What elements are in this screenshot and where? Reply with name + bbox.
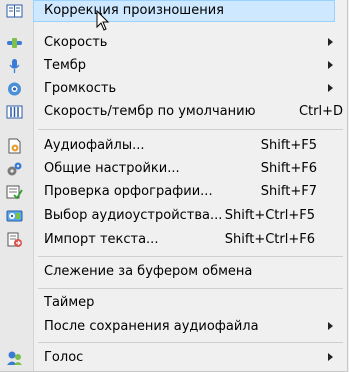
audio-device-icon — [6, 210, 23, 222]
menu-item-voice[interactable]: Голос — [0, 347, 347, 369]
menu-item-label: Громкость — [44, 81, 117, 96]
menu-item-pronunciation-correction[interactable]: Коррекция произношения — [0, 0, 347, 22]
menu-item-volume[interactable]: Громкость — [0, 78, 347, 100]
menu-item-audio-files[interactable]: Аудиофайлы... Shift+F5 — [0, 135, 347, 157]
menu-item-label: Аудиофайлы... — [44, 138, 145, 153]
menu-item-label: После сохранения аудиофайла — [44, 319, 259, 334]
menu-item-timer[interactable]: Таймер — [0, 292, 347, 314]
menu-item-spellcheck[interactable]: Проверка орфографии... Shift+F7 — [0, 181, 347, 203]
menu-item-clipboard-monitoring[interactable]: Слежение за буфером обмена — [0, 261, 347, 283]
volume-icon — [8, 82, 21, 96]
audio-file-icon — [8, 138, 21, 154]
menu-item-import-text[interactable]: Импорт текста... Shift+Ctrl+F6 — [0, 229, 347, 251]
menu-item-audio-device[interactable]: Выбор аудиоустройства... Shift+Ctrl+F5 — [0, 205, 347, 227]
menu-item-shortcut: Shift+F6 — [260, 161, 317, 176]
menu-item-speed[interactable]: Скорость — [0, 32, 347, 54]
voice-icon — [7, 351, 22, 365]
menu-separator — [38, 288, 343, 289]
menu-item-label: Таймер — [44, 295, 95, 310]
menu-separator — [38, 342, 343, 343]
speed-icon — [7, 38, 22, 48]
menu-item-label: Слежение за буфером обмена — [44, 264, 253, 279]
submenu-arrow-icon — [328, 38, 333, 46]
book-icon — [6, 4, 23, 18]
menu-item-general-settings[interactable]: Общие настройки... Shift+F6 — [0, 158, 347, 180]
menu-item-shortcut: Shift+Ctrl+F5 — [224, 208, 315, 223]
menu-item-shortcut: Shift+F5 — [260, 138, 317, 153]
menu-item-shortcut: Shift+F7 — [260, 184, 317, 199]
menu-item-shortcut: Ctrl+D — [298, 104, 343, 119]
menu-item-label: Импорт текста... — [44, 232, 159, 247]
submenu-arrow-icon — [328, 353, 333, 361]
settings-icon — [7, 162, 22, 176]
menu-item-label: Общие настройки... — [44, 161, 180, 176]
context-menu: Коррекция произношения Скорость Тембр Гр… — [0, 0, 348, 372]
menu-item-label: Скорость — [44, 35, 108, 50]
menu-item-label: Скорость/тембр по умолчанию — [44, 104, 256, 119]
microphone-icon — [9, 59, 20, 73]
menu-separator — [38, 129, 343, 130]
mouse-cursor-icon — [96, 10, 110, 31]
menu-item-default-speed-timbre[interactable]: Скорость/тембр по умолчанию Ctrl+D — [0, 101, 347, 123]
menu-item-shortcut: Shift+Ctrl+F6 — [224, 232, 315, 247]
submenu-arrow-icon — [328, 84, 333, 92]
menu-item-label: Коррекция произношения — [44, 3, 224, 18]
menu-item-label: Тембр — [44, 58, 87, 73]
menu-item-timbre[interactable]: Тембр — [0, 55, 347, 77]
import-text-icon — [7, 232, 22, 247]
menu-separator — [38, 256, 343, 257]
menu-item-label: Голос — [44, 350, 84, 365]
equalizer-icon — [6, 105, 23, 119]
submenu-arrow-icon — [328, 322, 333, 330]
menu-item-label: Выбор аудиоустройства... — [44, 208, 223, 223]
menu-item-label: Проверка орфографии... — [44, 184, 213, 199]
menu-item-after-save-audio[interactable]: После сохранения аудиофайла — [0, 316, 347, 338]
spellcheck-icon — [6, 185, 23, 200]
submenu-arrow-icon — [328, 61, 333, 69]
